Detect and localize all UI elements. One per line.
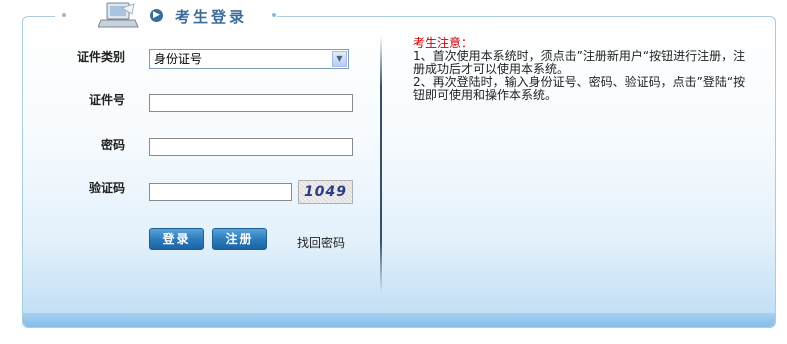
title-dot-right	[272, 13, 276, 17]
title-dot-left	[62, 13, 66, 17]
id-number-label: 证件号	[88, 93, 125, 107]
page-title: 考生登录	[175, 8, 248, 26]
id-type-label: 证件类别	[76, 50, 125, 64]
panel-bottom-band	[23, 313, 775, 327]
password-label: 密码	[100, 138, 125, 152]
chevron-down-icon[interactable]: ▼	[332, 51, 347, 67]
notice-panel: 考生注意： 1、首次使用本系统时，须点击”注册新用户“按钮进行注册，注册成功后才…	[413, 37, 753, 102]
captcha-input[interactable]	[149, 183, 292, 201]
notice-line-1: 1、首次使用本系统时，须点击”注册新用户“按钮进行注册，注册成功后才可以使用本系…	[413, 49, 746, 76]
login-button[interactable]: 登录	[149, 228, 204, 250]
register-button[interactable]: 注册	[212, 228, 267, 250]
circle-arrow-icon: ▶	[150, 9, 163, 22]
notice-line-2: 2、再次登陆时，输入身份证号、密码、验证码，点击”登陆“按钮即可使用和操作本系统…	[413, 75, 746, 102]
laptop-icon	[98, 2, 139, 28]
password-input[interactable]	[149, 138, 353, 156]
id-type-select[interactable]: 身份证号 ▼	[149, 49, 349, 69]
forgot-password-link[interactable]: 找回密码	[297, 234, 345, 251]
vertical-divider	[380, 36, 382, 292]
captcha-image[interactable]: 1049	[298, 180, 353, 204]
id-number-input[interactable]	[149, 94, 353, 112]
id-type-selected: 身份证号	[154, 52, 203, 66]
captcha-label: 验证码	[88, 181, 125, 195]
